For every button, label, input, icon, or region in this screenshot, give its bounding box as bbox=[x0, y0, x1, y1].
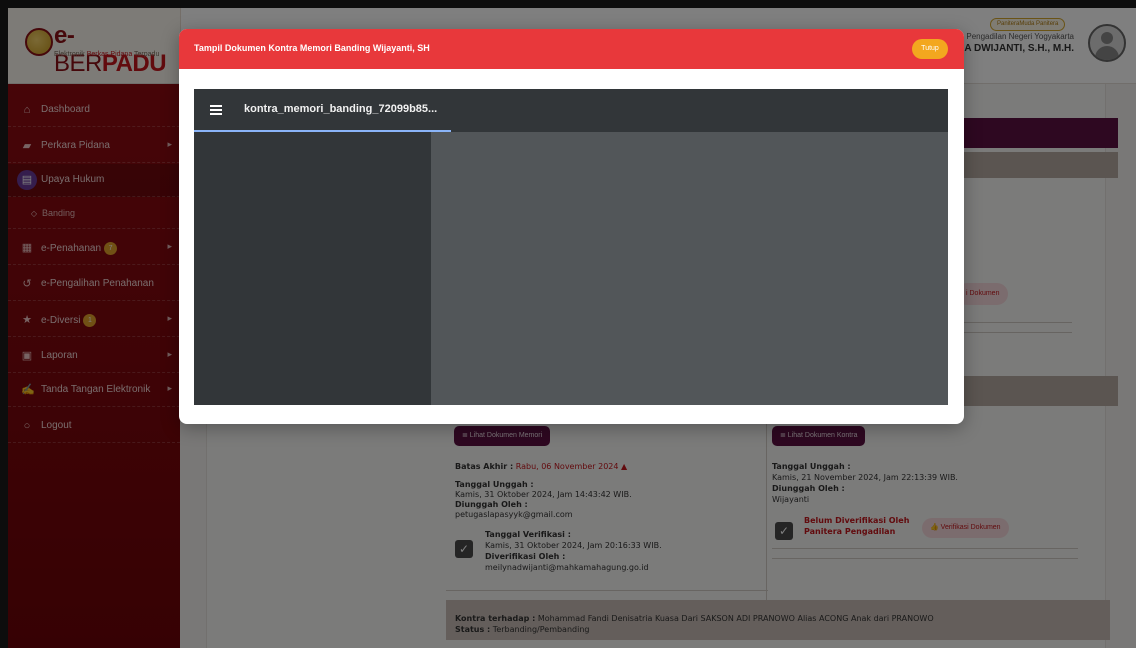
close-button[interactable]: Tutup bbox=[912, 39, 948, 59]
modal-header: Tampil Dokumen Kontra Memori Banding Wij… bbox=[179, 29, 964, 69]
pdf-toolbar: kontra_memori_banding_72099b85... bbox=[194, 89, 948, 132]
modal-title: Tampil Dokumen Kontra Memori Banding Wij… bbox=[194, 43, 430, 53]
pdf-page-area[interactable] bbox=[431, 132, 948, 405]
document-modal: Tampil Dokumen Kontra Memori Banding Wij… bbox=[179, 29, 964, 424]
pdf-thumbnail-sidebar[interactable] bbox=[194, 132, 431, 405]
pdf-file-name: kontra_memori_banding_72099b85... bbox=[244, 103, 438, 115]
pdf-viewer[interactable]: kontra_memori_banding_72099b85... bbox=[194, 89, 948, 405]
menu-icon[interactable] bbox=[210, 105, 222, 115]
